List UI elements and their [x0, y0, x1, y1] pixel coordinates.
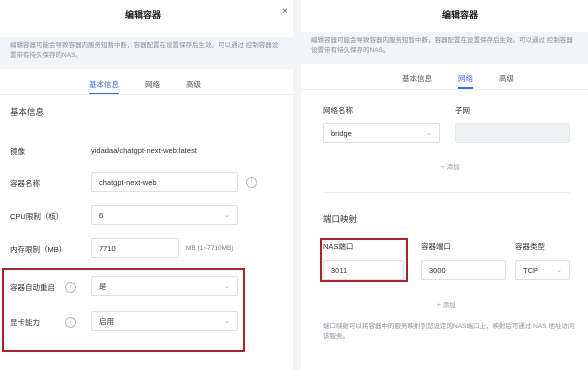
memory-unit-hint: MB (1~7710MB)	[186, 245, 234, 252]
port-mapping-title: 端口映射	[323, 214, 358, 224]
info-icon[interactable]: i	[246, 177, 257, 188]
tab-divider	[301, 89, 588, 90]
tab-divider	[0, 94, 293, 95]
chevron-down-icon: ⌄	[224, 212, 230, 219]
port-mapping-footnote: 端口映射可以将容器中的服务映射到您设定的NAS端口上，映射后可通过 NAS 地址…	[323, 323, 575, 340]
container-name-label: 容器名称	[10, 179, 40, 188]
subnet-input[interactable]	[455, 123, 570, 143]
edit-container-dialog-basic: 编辑容器 × 编辑容器可能会导致容器内服务短暂中断，容器配置在设置保存后生效。可…	[0, 0, 293, 370]
highlight-box	[320, 238, 408, 282]
tab-network[interactable]: 网络	[458, 73, 473, 89]
tab-network[interactable]: 网络	[145, 79, 160, 95]
image-label: 镜像	[10, 147, 25, 156]
protocol-label: 容器类型	[515, 242, 545, 251]
tab-advanced[interactable]: 高级	[186, 79, 201, 95]
add-port-button[interactable]: + 添加	[437, 299, 456, 309]
image-value: yidadaa/chatgpt-next-web:latest	[91, 146, 197, 155]
protocol-select[interactable]: TCP ⌄	[515, 260, 570, 280]
memory-limit-label: 内存限制（MB）	[10, 245, 67, 254]
network-mode-select[interactable]: bridge ⌄	[323, 123, 440, 143]
container-name-value: chatgpt-next-web	[99, 177, 157, 187]
add-network-button[interactable]: + 添加	[441, 161, 460, 171]
tab-advanced[interactable]: 高级	[499, 73, 514, 89]
chevron-down-icon: ⌄	[556, 267, 562, 274]
section-divider	[323, 192, 570, 193]
dialog-title: 编辑容器	[442, 10, 479, 20]
container-name-input[interactable]: chatgpt-next-web	[91, 172, 238, 192]
chevron-down-icon: ⌄	[426, 130, 432, 137]
tab-basic-info[interactable]: 基本信息	[402, 73, 432, 89]
notice-banner: 编辑容器可能会导致容器内服务短暂中断，容器配置在设置保存后生效。可以通过 控制容…	[0, 37, 293, 69]
panel-gap	[293, 0, 301, 370]
tab-bar: 基本信息 网络 高级	[89, 79, 227, 95]
dialog-title: 编辑容器	[125, 10, 162, 20]
section-title-basic: 基本信息	[10, 107, 45, 117]
container-port-input[interactable]: 3000	[421, 260, 506, 280]
edit-container-dialog-network: 编辑容器 编辑容器可能会导致容器内服务短暂中断，容器配置在设置保存后生效。可以通…	[301, 0, 588, 370]
memory-limit-input[interactable]: 7710	[91, 238, 179, 258]
close-icon[interactable]: ×	[282, 6, 288, 17]
network-mode-label: 网络名称	[323, 106, 353, 115]
tab-basic-info[interactable]: 基本信息	[89, 79, 119, 95]
cpu-limit-value: 6	[99, 210, 104, 220]
cpu-limit-select[interactable]: 6 ⌄	[91, 205, 238, 225]
tab-bar: 基本信息 网络 高级	[402, 73, 540, 89]
highlight-box	[2, 268, 245, 352]
protocol-value: TCP	[523, 265, 538, 275]
notice-banner: 编辑容器可能会导致容器内服务短暂中断，容器配置在设置保存后生效。可以通过 控制容…	[301, 32, 588, 64]
subnet-label: 子网	[455, 106, 470, 115]
cpu-limit-label: CPU限制（核）	[10, 212, 64, 221]
memory-limit-value: 7710	[99, 243, 116, 253]
container-port-value: 3000	[429, 265, 446, 275]
container-port-label: 容器端口	[421, 242, 451, 251]
network-mode-value: bridge	[331, 128, 352, 138]
